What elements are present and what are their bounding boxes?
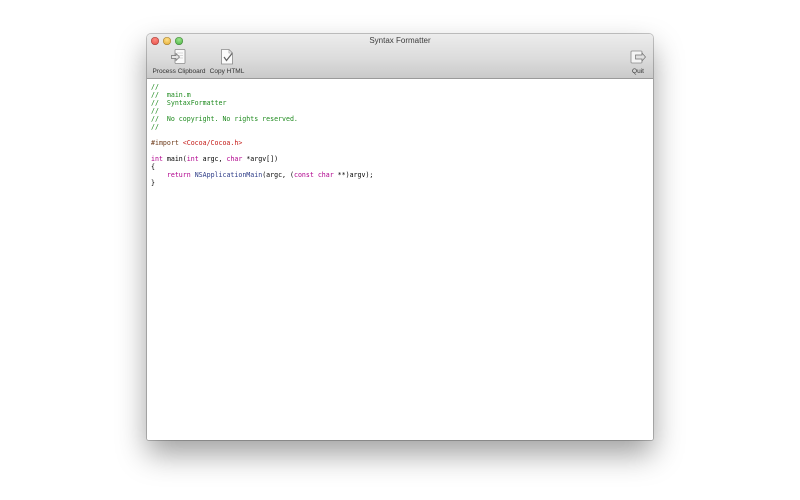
copy-html-button[interactable]: Copy HTML — [209, 48, 245, 78]
code-line: return NSApplicationMain(argc, (const ch… — [151, 171, 374, 179]
code-line: #import <Cocoa/Cocoa.h> — [151, 139, 373, 147]
code-token: argc, — [198, 155, 227, 163]
code-token-preprocessor: #import — [151, 139, 183, 147]
code-line: } — [151, 179, 373, 187]
code-token-keyword: const — [293, 171, 314, 179]
code-token-keyword: char — [226, 155, 243, 163]
code-token-function: NSApplicationMain — [194, 171, 263, 179]
code-token-keyword: char — [317, 171, 334, 179]
process-clipboard-label: Process Clipboard — [152, 68, 206, 75]
process-clipboard-button[interactable]: Process Clipboard — [151, 48, 207, 78]
code-line: // main.m — [151, 91, 373, 99]
code-token-comment: // — [151, 83, 159, 91]
code-token-keyword: int — [151, 155, 163, 163]
copy-html-label: Copy HTML — [209, 68, 245, 75]
code-text: //// main.m// SyntaxFormatter//// No cop… — [151, 83, 373, 187]
code-token-comment: // — [151, 123, 159, 131]
code-token: } — [151, 179, 155, 187]
code-token-string: <Cocoa/Cocoa.h> — [182, 139, 243, 147]
code-line: { — [151, 163, 373, 171]
code-line: // — [151, 83, 373, 91]
code-token-comment: // main.m — [151, 91, 191, 99]
code-token-keyword: return — [166, 171, 191, 179]
code-line: // — [151, 123, 373, 131]
code-line: // SyntaxFormatter — [151, 99, 373, 107]
copy-html-document-icon — [218, 48, 236, 66]
code-token-comment: // — [151, 107, 159, 115]
code-editor[interactable]: //// main.m// SyntaxFormatter//// No cop… — [147, 79, 653, 440]
code-line: // No copyright. No rights reserved. — [151, 115, 373, 123]
quit-door-icon — [629, 48, 647, 66]
code-token: (argc, ( — [262, 171, 294, 179]
quit-button[interactable]: Quit — [627, 48, 649, 78]
window-title: Syntax Formatter — [369, 36, 431, 45]
code-token: main( — [162, 155, 187, 163]
title-bar: Syntax Formatter Process Clipboard Copy … — [147, 34, 653, 79]
paste-into-document-icon — [170, 48, 188, 66]
code-line: int main(int argc, char *argv[]) — [151, 155, 373, 163]
code-token-comment: // SyntaxFormatter — [151, 99, 227, 107]
code-token-keyword: int — [186, 155, 199, 163]
code-token-comment: // No copyright. No rights reserved. — [151, 115, 298, 123]
code-token: { — [151, 163, 155, 171]
code-line: // — [151, 107, 373, 115]
code-token: *argv[]) — [242, 155, 279, 163]
app-window: Syntax Formatter Process Clipboard Copy … — [147, 34, 653, 440]
code-token: **)argv); — [333, 171, 374, 179]
quit-label: Quit — [632, 68, 644, 75]
